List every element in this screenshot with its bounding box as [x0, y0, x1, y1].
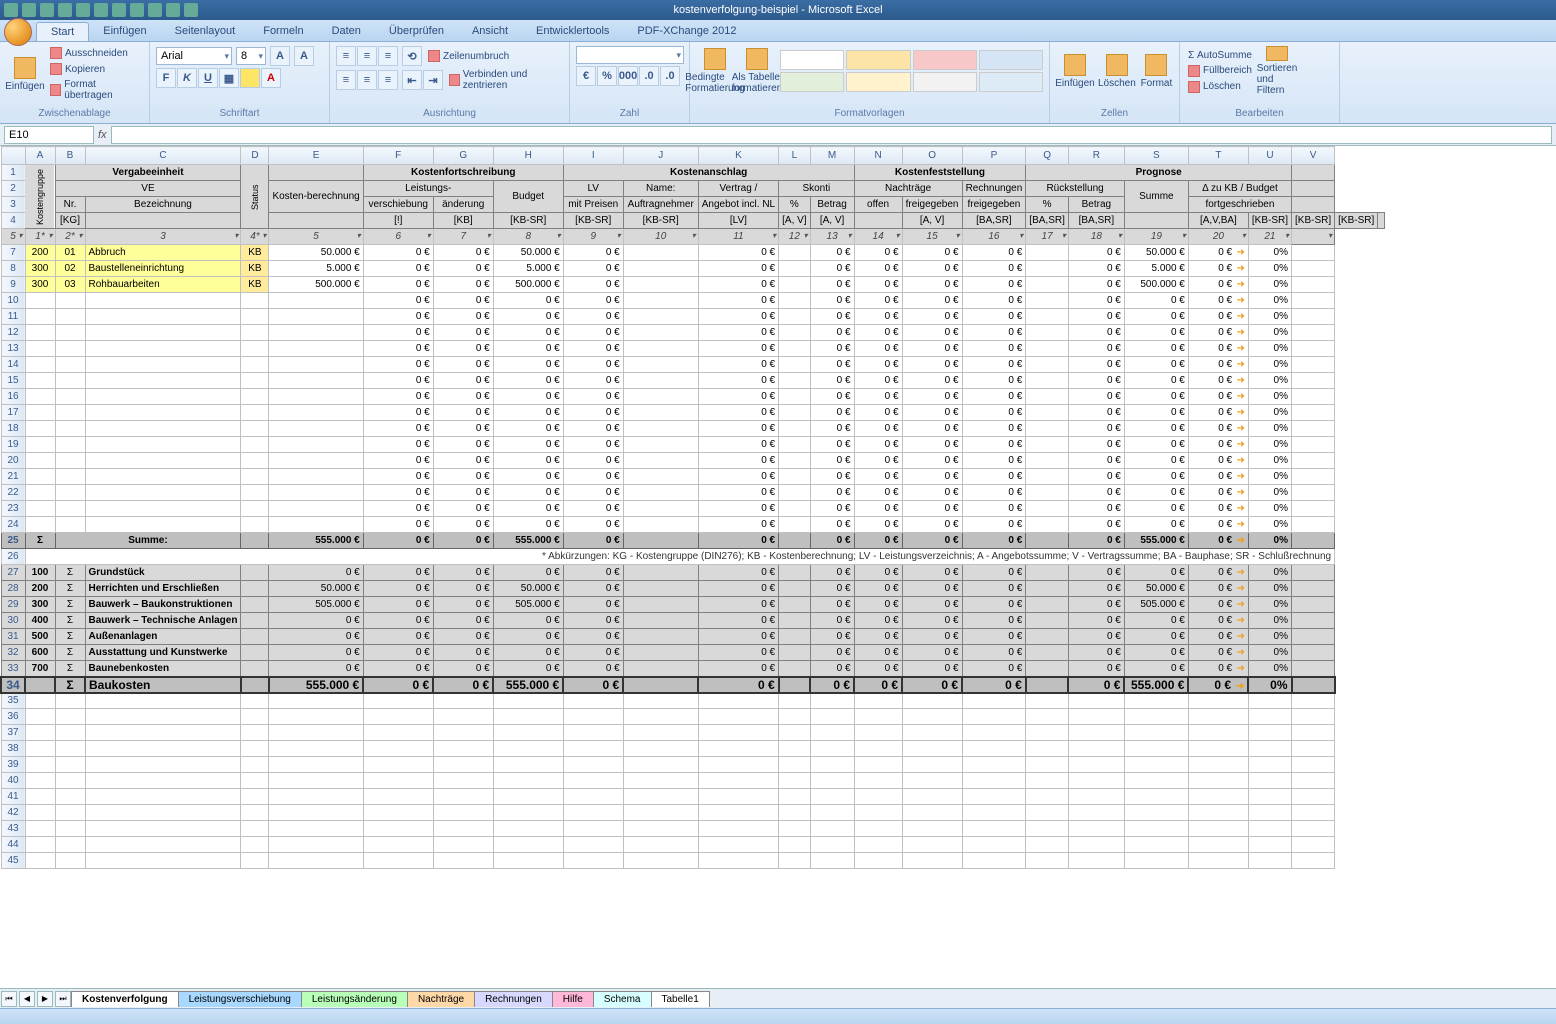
tab-nav-last[interactable]: ⏭ [55, 991, 71, 1007]
cell-style[interactable] [979, 72, 1043, 92]
cell-style[interactable] [780, 72, 844, 92]
merge-button[interactable]: Verbinden und zentrieren [447, 68, 563, 92]
sheet-tab[interactable]: Kostenverfolgung [71, 991, 179, 1007]
sheet-tab[interactable]: Leistungsverschiebung [178, 991, 302, 1007]
qat[interactable] [4, 3, 198, 17]
office-button[interactable] [4, 18, 32, 46]
tab-nav-next[interactable]: ▶ [37, 991, 53, 1007]
clear[interactable]: Löschen [1186, 80, 1254, 94]
align-l[interactable]: ≡ [336, 70, 356, 90]
ribbon-tab-überprüfen[interactable]: Überprüfen [375, 22, 458, 41]
table-format-button[interactable]: Als Tabelle formatieren [738, 46, 776, 96]
number-format-combo[interactable] [576, 46, 684, 64]
status-bar [0, 1008, 1556, 1024]
ribbon-body: Einfügen Ausschneiden Kopieren Format üb… [0, 42, 1556, 124]
align-bot[interactable]: ≡ [378, 46, 398, 66]
underline-button[interactable]: U [198, 68, 218, 88]
sheet-tab[interactable]: Nachträge [407, 991, 475, 1007]
insert-cells[interactable]: Einfügen [1056, 46, 1094, 96]
cell-style[interactable] [913, 50, 977, 70]
sheet-tab[interactable]: Hilfe [552, 991, 594, 1007]
font-size-combo[interactable]: 8 [236, 47, 266, 65]
dec-dec[interactable]: .0 [660, 66, 680, 86]
inc-indent[interactable]: ⇥ [423, 70, 443, 90]
percent[interactable]: % [597, 66, 617, 86]
cell-style[interactable] [780, 50, 844, 70]
formula-input[interactable] [111, 126, 1552, 144]
ribbon-tab-formeln[interactable]: Formeln [249, 22, 317, 41]
align-c[interactable]: ≡ [357, 70, 377, 90]
sheet-tab[interactable]: Leistungsänderung [301, 991, 408, 1007]
formula-bar: E10 fx [0, 124, 1556, 146]
align-r[interactable]: ≡ [378, 70, 398, 90]
fx-icon[interactable]: fx [98, 129, 107, 141]
cell-style[interactable] [913, 72, 977, 92]
ribbon-tab-start[interactable]: Start [36, 22, 89, 41]
wrap-text[interactable]: Zeilenumbruch [426, 49, 511, 63]
italic-button[interactable]: K [177, 68, 197, 88]
shrink-font[interactable]: A [294, 46, 314, 66]
font-name-combo[interactable]: Arial [156, 47, 232, 65]
fill-color-button[interactable] [240, 68, 260, 88]
ribbon-tab-pdf-xchange 2012[interactable]: PDF-XChange 2012 [623, 22, 750, 41]
copy-button[interactable]: Kopieren [48, 62, 143, 76]
window-title: kostenverfolgung-beispiel - Microsoft Ex… [673, 4, 882, 16]
thousand[interactable]: 000 [618, 66, 638, 86]
cell-style[interactable] [846, 72, 910, 92]
fill[interactable]: Füllbereich [1186, 64, 1254, 78]
ribbon-tab-entwicklertools[interactable]: Entwicklertools [522, 22, 623, 41]
name-box[interactable]: E10 [4, 126, 94, 144]
sort-filter[interactable]: Sortieren und Filtern [1258, 46, 1296, 96]
tab-nav-prev[interactable]: ◀ [19, 991, 35, 1007]
tab-nav-first[interactable]: ⏮ [1, 991, 17, 1007]
format-cells[interactable]: Format [1140, 46, 1173, 96]
title-bar: kostenverfolgung-beispiel - Microsoft Ex… [0, 0, 1556, 20]
bold-button[interactable]: F [156, 68, 176, 88]
ribbon-tabs: StartEinfügenSeitenlayoutFormelnDatenÜbe… [0, 20, 1556, 42]
ribbon-tab-seitenlayout[interactable]: Seitenlayout [161, 22, 250, 41]
ribbon-tab-daten[interactable]: Daten [318, 22, 375, 41]
sheet-tab-bar: ⏮ ◀ ▶ ⏭ KostenverfolgungLeistungsverschi… [0, 988, 1556, 1008]
dec-indent[interactable]: ⇤ [402, 70, 422, 90]
sheet-tab[interactable]: Tabelle1 [651, 991, 710, 1007]
sheet-tab[interactable]: Schema [593, 991, 652, 1007]
autosum[interactable]: Σ AutoSumme [1186, 49, 1254, 62]
worksheet-grid[interactable]: ABCDEFGHIJKLMNOPQRSTUV1KostengruppeVerga… [0, 146, 1556, 988]
cell-style[interactable] [979, 50, 1043, 70]
delete-cells[interactable]: Löschen [1098, 46, 1136, 96]
font-color-button[interactable]: A [261, 68, 281, 88]
dec-inc[interactable]: .0 [639, 66, 659, 86]
grow-font[interactable]: A [270, 46, 290, 66]
cond-format-button[interactable]: Bedingte Formatierung [696, 46, 734, 96]
cut-button[interactable]: Ausschneiden [48, 46, 143, 60]
align-mid[interactable]: ≡ [357, 46, 377, 66]
cell-style[interactable] [846, 50, 910, 70]
align-top[interactable]: ≡ [336, 46, 356, 66]
orientation[interactable]: ⟲ [402, 46, 422, 66]
ribbon-tab-einfügen[interactable]: Einfügen [89, 22, 160, 41]
border-button[interactable]: ▦ [219, 68, 239, 88]
ribbon-tab-ansicht[interactable]: Ansicht [458, 22, 522, 41]
currency[interactable]: € [576, 66, 596, 86]
format-painter-button[interactable]: Format übertragen [48, 78, 143, 102]
paste-button[interactable]: Einfügen [6, 49, 44, 99]
sheet-tab[interactable]: Rechnungen [474, 991, 553, 1007]
